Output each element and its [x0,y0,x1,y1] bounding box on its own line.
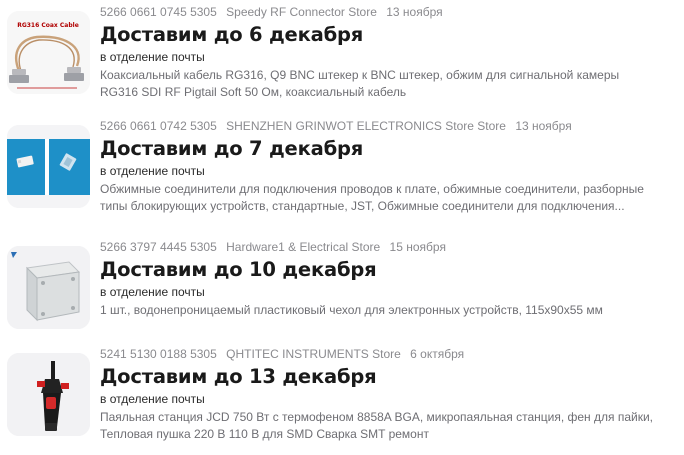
order-item[interactable]: RG316 Coax Cable 5266 0661 0745 5305 Spe… [0,5,684,109]
store-name[interactable]: Hardware1 & Electrical Store [226,240,380,254]
order-meta: 5266 0661 0742 5305 SHENZHEN GRINWOT ELE… [100,119,680,133]
delivery-date[interactable]: Доставим до 7 декабря [100,137,680,161]
svg-text:RG316 Coax Cable: RG316 Coax Cable [17,22,79,29]
order-date: 13 ноября [386,5,443,19]
coax-cable-icon: RG316 Coax Cable [7,11,90,94]
order-meta: 5266 0661 0745 5305 Speedy RF Connector … [100,5,680,19]
pickup-point: в отделение почты [100,285,205,299]
delivery-date[interactable]: Доставим до 6 декабря [100,23,680,47]
store-name[interactable]: QHTITEC INSTRUMENTS Store [226,347,401,361]
heat-gun-icon [7,353,90,436]
product-title[interactable]: Обжимные соединители для подключения про… [100,181,675,215]
product-image[interactable] [7,246,90,329]
order-meta: 5266 3797 4445 5305 Hardware1 & Electric… [100,240,680,254]
order-item[interactable]: 5266 0661 0742 5305 SHENZHEN GRINWOT ELE… [0,119,684,223]
delivery-date[interactable]: Доставим до 13 декабря [100,365,680,389]
product-image[interactable] [7,353,90,436]
order-date: 6 октября [410,347,465,361]
product-title[interactable]: 1 шт., водонепроницаемый пластиковый чех… [100,302,675,319]
delivery-date[interactable]: Доставим до 10 декабря [100,258,680,282]
order-date: 13 ноября [515,119,572,133]
store-name[interactable]: Speedy RF Connector Store [226,5,377,19]
pickup-point: в отделение почты [100,164,205,178]
tracking-number: 5266 0661 0745 5305 [100,5,217,19]
store-name[interactable]: SHENZHEN GRINWOT ELECTRONICS Store Store [226,119,506,133]
order-meta: 5241 5130 0188 5305 QHTITEC INSTRUMENTS … [100,347,680,361]
tracking-number: 5266 0661 0742 5305 [100,119,217,133]
crimp-connector-icon [7,125,90,208]
tracking-number: 5241 5130 0188 5305 [100,347,217,361]
pickup-point: в отделение почты [100,50,205,64]
order-item[interactable]: 5266 3797 4445 5305 Hardware1 & Electric… [0,240,684,344]
product-title[interactable]: Коаксиальный кабель RG316, Q9 BNC штекер… [100,67,675,101]
plastic-enclosure-icon [7,246,90,329]
pickup-point: в отделение почты [100,392,205,406]
product-image[interactable]: RG316 Coax Cable [7,11,90,94]
order-date: 15 ноября [389,240,446,254]
product-title[interactable]: Паяльная станция JCD 750 Вт с термофеном… [100,409,675,443]
tracking-number: 5266 3797 4445 5305 [100,240,217,254]
product-image[interactable] [7,125,90,208]
order-item[interactable]: 5241 5130 0188 5305 QHTITEC INSTRUMENTS … [0,347,684,451]
